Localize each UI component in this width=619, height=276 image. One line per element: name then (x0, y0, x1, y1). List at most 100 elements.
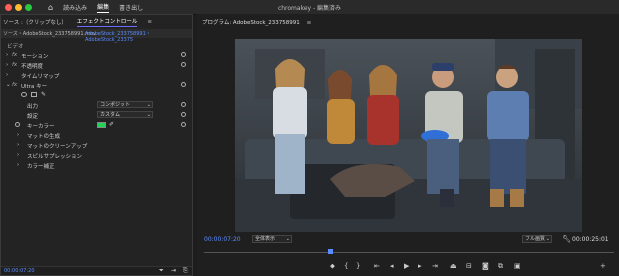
footer-timecode[interactable]: 00:00:07:20 (4, 268, 35, 274)
ellipse-mask-icon[interactable] (21, 92, 27, 97)
extract-icon[interactable]: ⊟ (466, 262, 472, 270)
quality-dropdown[interactable]: フル画質 ⌄ (522, 235, 552, 243)
video-frame-image (235, 39, 582, 232)
key-color-swatch[interactable] (97, 122, 106, 128)
fx-icon[interactable]: fx (12, 62, 17, 68)
pen-mask-icon[interactable]: ✎ (41, 91, 46, 98)
zoom-dropdown[interactable]: 全体表示 ⌄ (252, 235, 292, 243)
go-to-in-icon[interactable]: ⇤ (374, 262, 380, 270)
video-frame[interactable] (235, 39, 582, 232)
mark-in-icon[interactable]: { (344, 262, 348, 270)
source-sequence-bar: ソース・AdobeStock_233758991.mov AdobeStock_… (1, 29, 192, 43)
title-bar: ⌂ 読み込み 編集 書き出し chromakey - 編集済み (0, 0, 619, 15)
chevron-right-icon[interactable]: › (17, 142, 19, 148)
panel-settings-icon[interactable]: ⎘ (183, 267, 188, 275)
reset-icon[interactable] (181, 112, 186, 117)
eyedropper-icon[interactable]: ✐ (109, 121, 114, 128)
section-video-label: ビデオ (7, 44, 24, 50)
subsection-spill-suppression[interactable]: › スピルサプレッション (1, 151, 192, 160)
fx-label: Ultra キー (21, 84, 48, 90)
panel-menu-icon[interactable]: ≡ (307, 20, 312, 26)
key-color-label: キーカラー (27, 124, 55, 130)
play-icon[interactable]: ▶ (404, 262, 409, 270)
output-label: 出力 (27, 104, 39, 110)
setting-row: 設定 カスタム ⌄ (1, 111, 192, 120)
program-title[interactable]: プログラム: AdobeStock_233758991 (202, 20, 300, 26)
chevron-down-icon: ⌄ (146, 102, 151, 108)
safe-margins-icon[interactable]: ▣ (514, 262, 521, 270)
step-back-icon[interactable]: ◂ (390, 262, 394, 270)
subsection-label: マットの生成 (27, 134, 61, 140)
fx-row-ultra-key[interactable]: ⌄ fx Ultra キー (1, 81, 192, 90)
fx-row-opacity[interactable]: › fx 不透明度 (1, 61, 192, 70)
tab-effect-controls[interactable]: エフェクトコントロール (76, 17, 138, 27)
chevron-down-icon: ⌄ (545, 236, 550, 242)
setting-dropdown[interactable]: カスタム ⌄ (97, 111, 153, 118)
go-to-out-icon[interactable]: ⇥ (432, 262, 438, 270)
fx-row-time-remap[interactable]: › タイムリマップ (1, 71, 192, 80)
subsection-label: カラー補正 (27, 164, 55, 170)
effect-controls-panel: ソース :（クリップなし） エフェクトコントロール ≡ ソース・AdobeSto… (0, 14, 193, 276)
fx-label: モーション (21, 54, 49, 60)
chevron-right-icon[interactable]: › (6, 62, 8, 68)
program-title-row: プログラム: AdobeStock_233758991 ≡ (202, 18, 311, 26)
transport-controls: ⬥ { } ⇤ ◂ ▶ ▸ ⇥ ⏏ ⊟ ◙ ⧉ ▣ + (196, 262, 619, 274)
chevron-down-icon: ⌄ (285, 236, 290, 242)
section-video-header: ビデオ (1, 41, 192, 50)
chevron-down-icon: ⌄ (146, 112, 151, 118)
effect-controls-footer: 00:00:07:20 ⏷ ⇥ ⎘ (1, 266, 192, 275)
subsection-label: スピルサプレッション (27, 154, 83, 160)
output-row: 出力 コンポジット ⌄ (1, 101, 192, 110)
wrench-icon[interactable]: 🔧︎ (562, 235, 571, 243)
subsection-matte-cleanup[interactable]: › マットのクリーンアップ (1, 141, 192, 150)
fx-icon[interactable]: fx (12, 52, 17, 58)
reset-icon[interactable] (181, 62, 186, 67)
fx-label: タイムリマップ (21, 74, 60, 80)
subsection-color-correction[interactable]: › カラー補正 (1, 161, 192, 170)
playhead-handle[interactable] (328, 249, 333, 254)
step-forward-icon[interactable]: ▸ (418, 262, 422, 270)
mark-out-icon[interactable]: } (356, 262, 360, 270)
reset-icon[interactable] (181, 122, 186, 127)
stopwatch-icon[interactable] (15, 122, 20, 127)
comparison-view-icon[interactable]: ⧉ (498, 262, 503, 271)
reset-icon[interactable] (181, 102, 186, 107)
fx-row-motion[interactable]: › fx モーション (1, 51, 192, 60)
mask-tools-row: ✎ (1, 91, 192, 100)
quality-value: フル画質 (525, 236, 546, 242)
playhead-scrubber[interactable] (204, 249, 614, 255)
reset-icon[interactable] (181, 52, 186, 57)
scrubber-track[interactable] (204, 252, 614, 253)
chevron-right-icon[interactable]: › (17, 162, 19, 168)
source-clip-label[interactable]: ソース・AdobeStock_233758991.mov (3, 30, 96, 37)
chevron-down-icon[interactable]: ⌄ (6, 82, 11, 88)
fx-label: 不透明度 (21, 64, 44, 70)
tab-source[interactable]: ソース :（クリップなし） (3, 18, 67, 26)
reset-icon[interactable] (181, 82, 186, 87)
key-color-row: キーカラー ✐ (1, 121, 192, 130)
export-frame-icon[interactable]: ◙ (482, 262, 489, 270)
export-icon[interactable]: ⇥ (171, 267, 176, 274)
fx-icon[interactable]: fx (12, 82, 17, 88)
add-marker-icon[interactable]: ⬥ (330, 262, 335, 271)
panel-menu-icon[interactable]: ≡ (147, 19, 152, 25)
chevron-right-icon[interactable]: › (6, 52, 8, 58)
program-monitor: プログラム: AdobeStock_233758991 ≡ 00:00:07:2… (196, 14, 619, 276)
zoom-value: 全体表示 (255, 236, 276, 242)
filter-icon[interactable]: ⏷ (159, 267, 164, 275)
chevron-right-icon[interactable]: › (6, 72, 8, 78)
chevron-right-icon[interactable]: › (17, 152, 19, 158)
subsection-label: マットのクリーンアップ (27, 144, 88, 150)
output-dropdown[interactable]: コンポジット ⌄ (97, 101, 153, 108)
duration-timecode: 00:00:25:01 (572, 236, 609, 243)
output-value: コンポジット (100, 102, 131, 108)
panel-tabs: ソース :（クリップなし） エフェクトコントロール ≡ (3, 17, 152, 27)
monitor-status-row: 00:00:07:20 全体表示 ⌄ フル画質 ⌄ 🔧︎ 00:00:25:01 (196, 235, 619, 245)
chevron-right-icon[interactable]: › (17, 132, 19, 138)
current-timecode[interactable]: 00:00:07:20 (204, 236, 241, 243)
subsection-matte-generation[interactable]: › マットの生成 (1, 131, 192, 140)
setting-value: カスタム (100, 112, 121, 118)
lift-icon[interactable]: ⏏ (450, 262, 457, 270)
add-button-icon[interactable]: + (600, 262, 606, 270)
rectangle-mask-icon[interactable] (31, 92, 37, 97)
